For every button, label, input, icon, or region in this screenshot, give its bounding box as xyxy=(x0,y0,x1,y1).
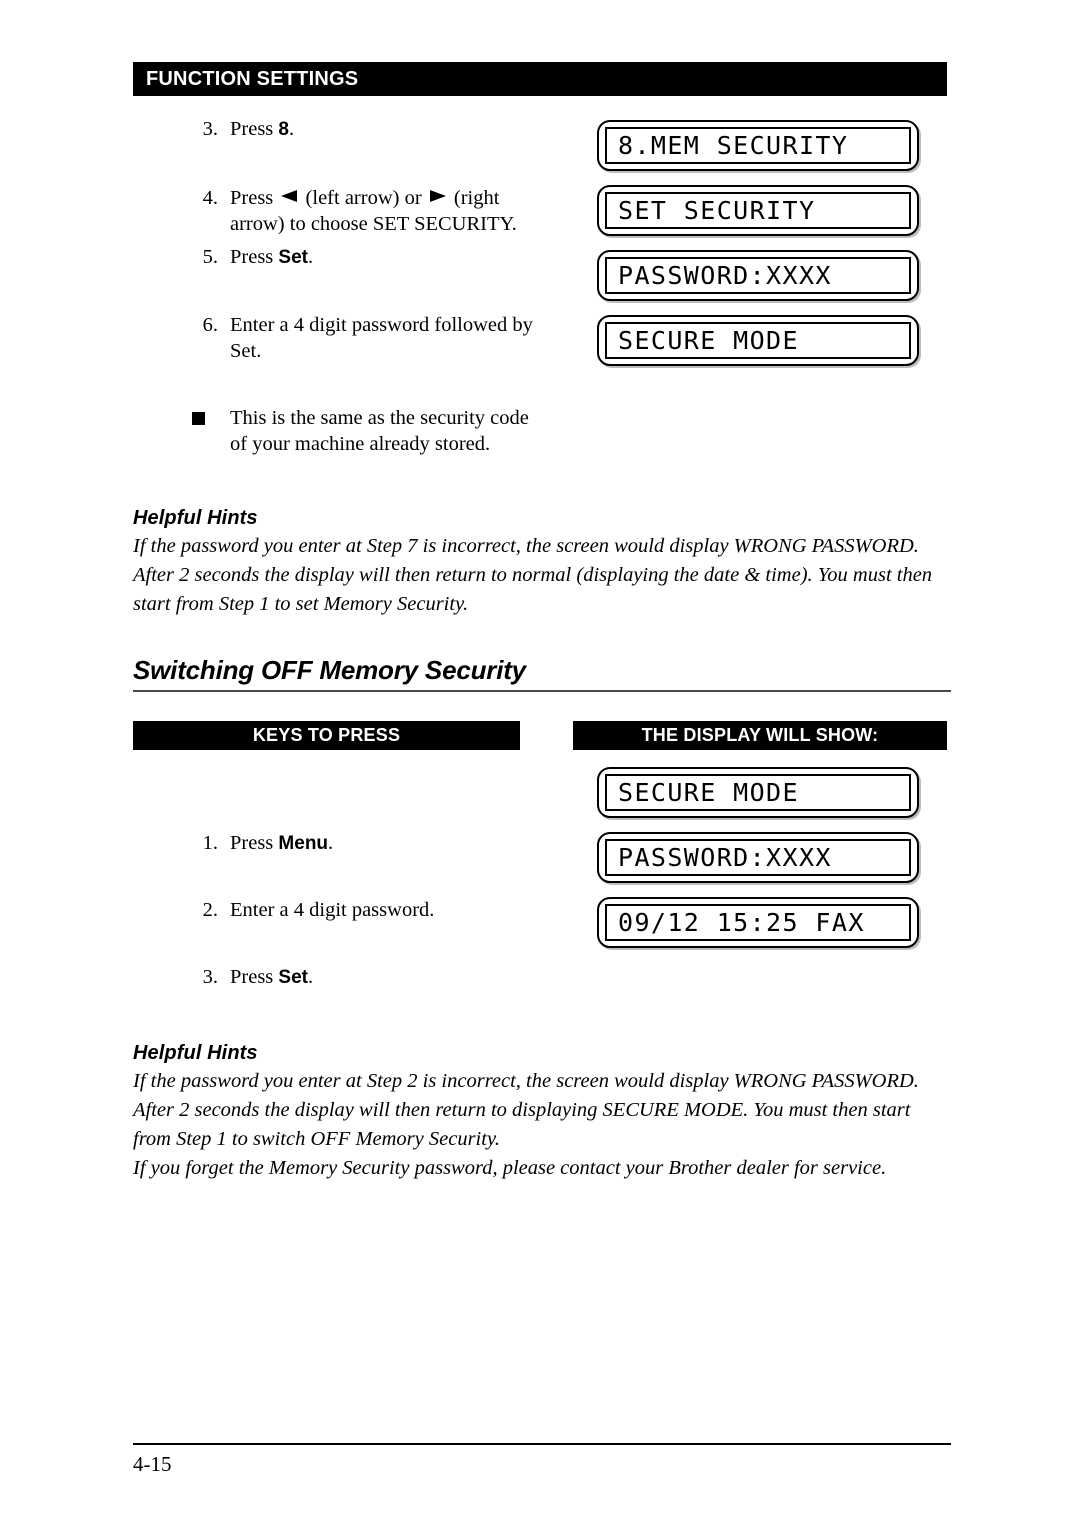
lcd-text: 8.MEM SECURITY xyxy=(618,131,849,160)
lcd-display-off-datetime-fax: 09/12 15:25 FAX xyxy=(597,897,919,948)
step-5-text: Press Set. xyxy=(230,244,550,271)
lcd-display-secure-mode: SECURE MODE xyxy=(597,315,919,366)
step-off-1-text-before: Press xyxy=(230,832,279,854)
lcd-inner: PASSWORD:XXXX xyxy=(605,257,911,294)
step-off-2-text: Enter a 4 digit password. xyxy=(230,899,435,921)
helpful-hints-set: Helpful Hints If the password you enter … xyxy=(133,507,951,619)
lcd-inner: SECURE MODE xyxy=(605,774,911,811)
lcd-inner: 09/12 15:25 FAX xyxy=(605,904,911,941)
lcd-inner: SECURE MODE xyxy=(605,322,911,359)
note-text-line1: This is the same as the security code xyxy=(230,407,529,429)
helpful-hints-body-1: If the password you enter at Step 2 is i… xyxy=(133,1070,919,1150)
step-4-number: 4. xyxy=(202,187,218,209)
step-4-text-a: Press xyxy=(230,187,279,209)
step-off-3-text-before: Press xyxy=(230,966,279,988)
step-4-text-c: (right xyxy=(448,187,500,209)
step-off-3-text-after: . xyxy=(308,966,314,988)
step-off-1-text-after: . xyxy=(328,832,334,854)
step-3-text-before: Press xyxy=(230,118,279,140)
lcd-display-password: PASSWORD:XXXX xyxy=(597,250,919,301)
step-6: 6. Enter a 4 digit password followed by S… xyxy=(190,312,550,364)
note-text-line2: of your machine already stored. xyxy=(230,433,491,455)
step-off-1-number: 1. xyxy=(202,832,218,854)
section-header-label: FUNCTION SETTINGS xyxy=(146,67,359,90)
column-header-keys-label: KEYS TO PRESS xyxy=(252,725,401,745)
step-4: 4. Press (left arrow) or (right arrow) to… xyxy=(190,185,550,237)
helpful-hints-title: Helpful Hints xyxy=(133,507,258,529)
helpful-hints-title: Helpful Hints xyxy=(133,1042,258,1064)
step-6-text: Enter a 4 digit password followed by Set. xyxy=(230,312,550,364)
helpful-hints-body: If the password you enter at Step 7 is i… xyxy=(133,535,933,615)
step-5: 5. Press Set. xyxy=(190,244,550,271)
helpful-hints-body-2: If you forget the Memory Security passwo… xyxy=(133,1157,887,1179)
step-3: 3. Press 8. xyxy=(190,116,550,143)
lcd-display-mem-security: 8.MEM SECURITY xyxy=(597,120,919,171)
key-8: 8 xyxy=(278,119,289,140)
key-set: Set xyxy=(278,247,308,268)
step-off-3: 3. Press Set. xyxy=(190,964,550,991)
lcd-inner: 8.MEM SECURITY xyxy=(605,127,911,164)
key-menu: Menu xyxy=(278,833,329,854)
step-off-3-number: 3. xyxy=(202,966,218,988)
lcd-text: PASSWORD:XXXX xyxy=(618,261,832,290)
note-security-code: This is the same as the security code of … xyxy=(190,405,560,457)
section-heading-text: Switching OFF Memory Security xyxy=(133,655,526,685)
step-4-text-line2: arrow) to choose SET SECURITY. xyxy=(230,213,517,235)
step-6-text-line1: Enter a 4 digit password followed by xyxy=(230,314,533,336)
key-set: Set xyxy=(278,967,308,988)
section-heading-switching-off: Switching OFF Memory Security xyxy=(133,655,951,692)
step-off-2-number: 2. xyxy=(202,899,218,921)
right-arrow-icon xyxy=(429,190,446,203)
step-off-1-text: Press Menu. xyxy=(230,830,550,857)
step-off-1: 1. Press Menu. xyxy=(190,830,550,857)
step-3-number: 3. xyxy=(202,118,218,140)
document-page: FUNCTION SETTINGS 3. Press 8. 4. Press (… xyxy=(0,0,1080,1526)
lcd-display-off-secure-mode: SECURE MODE xyxy=(597,767,919,818)
step-3-text: Press 8. xyxy=(230,116,550,143)
lcd-inner: PASSWORD:XXXX xyxy=(605,839,911,876)
step-3-text-after: . xyxy=(289,118,295,140)
step-6-number: 6. xyxy=(202,314,218,336)
lcd-text: PASSWORD:XXXX xyxy=(618,843,832,872)
step-4-text-b: (left arrow) or xyxy=(300,187,427,209)
column-header-display-will-show: THE DISPLAY WILL SHOW: xyxy=(573,721,947,750)
step-5-number: 5. xyxy=(202,246,218,268)
lcd-text: 09/12 15:25 FAX xyxy=(618,908,865,937)
step-4-text: Press (left arrow) or (right arrow) to ch… xyxy=(230,185,550,237)
lcd-inner: SET SECURITY xyxy=(605,192,911,229)
helpful-hints-switch-off: Helpful Hints If the password you enter … xyxy=(133,1042,951,1183)
lcd-display-set-security: SET SECURITY xyxy=(597,185,919,236)
section-header-function-settings: FUNCTION SETTINGS xyxy=(133,62,947,96)
step-5-text-before: Press xyxy=(230,246,279,268)
column-header-keys-to-press: KEYS TO PRESS xyxy=(133,721,520,750)
column-header-display-label: THE DISPLAY WILL SHOW: xyxy=(641,725,879,745)
step-5-text-after: . xyxy=(308,246,314,268)
left-arrow-icon xyxy=(281,190,298,203)
lcd-text: SECURE MODE xyxy=(618,326,799,355)
page-number: 4-15 xyxy=(133,1452,172,1476)
footer-rule xyxy=(133,1443,951,1445)
lcd-text: SET SECURITY xyxy=(618,196,816,225)
section-heading-rule xyxy=(133,690,951,692)
step-off-2: 2. Enter a 4 digit password. xyxy=(190,897,550,923)
lcd-text: SECURE MODE xyxy=(618,778,799,807)
note-text: This is the same as the security code of … xyxy=(230,405,560,457)
step-off-3-text: Press Set. xyxy=(230,964,550,991)
lcd-display-off-password: PASSWORD:XXXX xyxy=(597,832,919,883)
step-6-text-line2: Set. xyxy=(230,340,262,362)
square-bullet-icon xyxy=(192,412,205,425)
